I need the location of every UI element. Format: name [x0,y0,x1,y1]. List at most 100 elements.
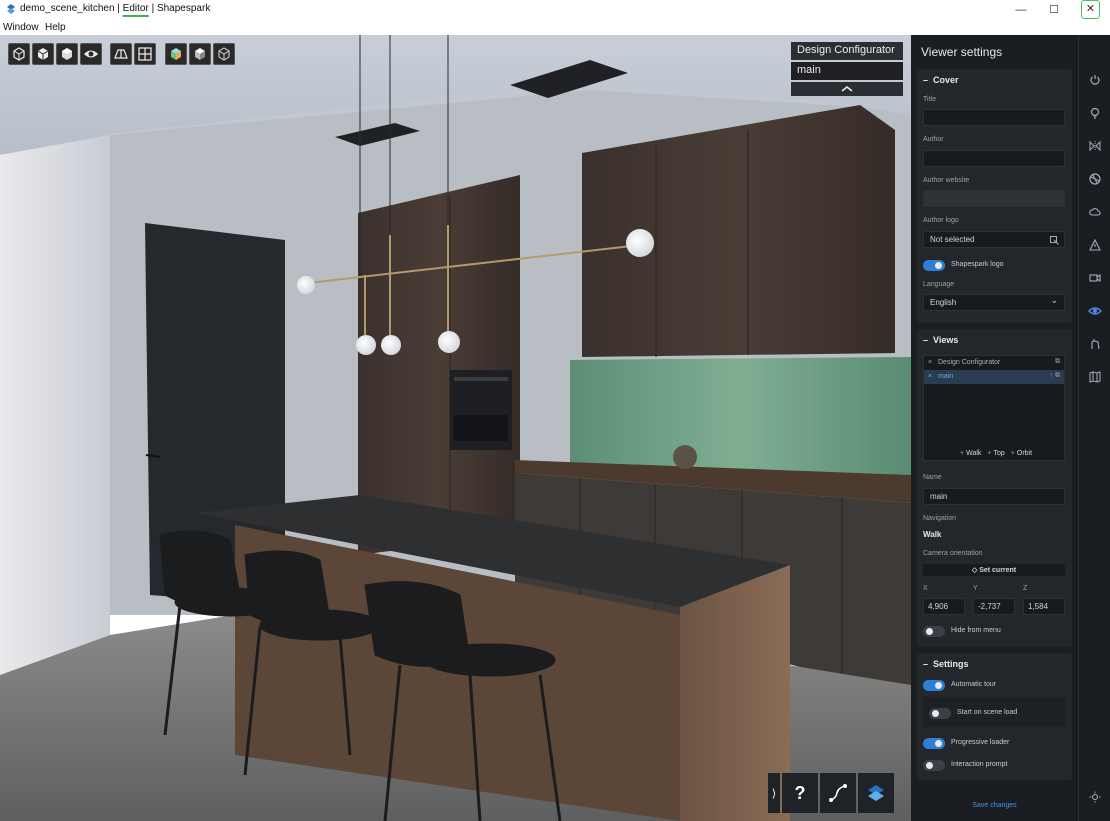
progressive-loader-toggle[interactable] [923,738,945,749]
shapespark-logo-label: Shapespark logo [951,261,1004,268]
shapespark-logo-icon [868,785,884,801]
minimize-button[interactable]: — [1013,2,1029,18]
cloud-icon[interactable] [1087,204,1103,220]
title-separator: | [148,3,157,14]
cube-top-icon[interactable] [56,43,78,65]
hand-interaction-icon[interactable] [1087,336,1103,352]
layout-grid-icon[interactable] [134,43,156,65]
view-name: Design Configurator [938,359,1001,366]
author-website-label: Author website [923,177,970,184]
title-label: Title [923,96,936,103]
collapse-icon: – [923,659,929,669]
remove-icon[interactable]: × [928,359,932,366]
shapespark-logo-icon [7,4,15,14]
title-scene: demo_scene_kitchen [20,3,115,14]
move-up-icon[interactable]: ↑ ⧉ [1050,372,1060,380]
views-list: × Design Configurator ⧉ × main ↑ ⧉ [923,355,1065,461]
copy-icon[interactable]: ⧉ [1055,358,1060,366]
eye-icon[interactable] [80,43,102,65]
add-walk-button[interactable]: + Walk [960,450,981,457]
camera-z-input[interactable]: 1,584 [1023,598,1065,615]
title-input[interactable] [923,109,1065,126]
cover-section-header[interactable]: – Cover [923,75,959,85]
view-design-configurator[interactable]: Design Configurator [791,42,903,60]
collapse-views-button[interactable] [791,82,903,96]
automatic-tour-label: Automatic tour [951,681,997,688]
set-current-label: Set current [979,567,1017,574]
views-list-item[interactable]: × Design Configurator ⧉ [924,356,1064,370]
title-bar: demo_scene_kitchen | Editor | Shapespark… [0,0,1110,20]
author-logo-value: Not selected [930,235,975,244]
author-input[interactable] [923,150,1065,167]
add-top-button[interactable]: + Top [987,450,1004,457]
material-toolbar [165,43,235,65]
view-mode-toolbar [8,43,102,65]
view-name: main [938,373,954,380]
material-ball-icon[interactable] [1087,171,1103,187]
author-logo-picker[interactable]: Not selected [923,231,1065,248]
cube-front-icon[interactable] [8,43,30,65]
map-icon[interactable] [1087,369,1103,385]
y-label: Y [973,585,978,592]
cover-title: Cover [933,75,959,85]
navigation-label: Navigation [923,515,957,522]
save-changes-button[interactable]: Save changes [911,802,1078,809]
help-button[interactable]: ? [782,773,818,813]
view-name-input[interactable]: main [923,488,1065,505]
set-current-button[interactable]: ◇ Set current [923,564,1065,576]
warning-icon[interactable] [1087,237,1103,253]
menu-help[interactable]: Help [45,22,66,33]
layout-split-icon[interactable] [110,43,132,65]
start-on-load-toggle[interactable] [929,708,951,719]
hide-from-menu-toggle[interactable] [923,626,945,637]
plus-icon: + [960,450,965,457]
views-menu: Design Configurator main [791,42,903,96]
camera-icon[interactable] [1087,270,1103,286]
shapespark-logo-toggle[interactable] [923,260,945,271]
shapespark-button[interactable] [858,773,894,813]
path-tour-button[interactable] [820,773,856,813]
path-icon [829,784,847,802]
author-website-input[interactable] [923,190,1065,207]
expand-button[interactable]: ⟩ [768,773,780,813]
interaction-prompt-toggle[interactable] [923,760,945,771]
views-section-header[interactable]: – Views [923,335,958,345]
menu-window[interactable]: Window [3,22,39,33]
lightbulb-icon[interactable] [1087,105,1103,121]
camera-x-input[interactable]: 4,906 [923,598,965,615]
maximize-button[interactable]: ☐ [1046,2,1062,18]
title-separator: | [114,3,123,14]
automatic-tour-toggle[interactable] [923,680,945,691]
views-list-item[interactable]: × main ↑ ⧉ [924,370,1064,384]
view-main[interactable]: main [791,62,903,80]
remove-icon[interactable]: × [928,373,932,380]
close-button[interactable]: ✕ [1081,0,1100,19]
views-section: – Views × Design Configurator ⧉ × main ↑… [917,329,1072,647]
camera-y-input[interactable]: -2,737 [973,598,1015,615]
language-select[interactable]: English ⌄ [923,294,1065,311]
scene-viewport[interactable]: Design Configurator main ⟩ ? [0,35,911,821]
material-wire-icon[interactable] [213,43,235,65]
settings-section-header[interactable]: – Settings [923,659,969,669]
cube-side-icon[interactable] [32,43,54,65]
eye-icon[interactable] [1087,303,1103,319]
title-editor[interactable]: Editor [123,3,149,14]
collapse-icon: – [923,75,929,85]
power-icon[interactable] [1087,72,1103,88]
language-value: English [930,298,957,307]
add-orbit-button[interactable]: + Orbit [1011,450,1032,457]
interaction-prompt-label: Interaction prompt [951,761,1008,768]
material-color-icon[interactable] [165,43,187,65]
plus-icon: + [1010,450,1015,457]
window-title: demo_scene_kitchen | Editor | Shapespark [20,3,210,14]
select-file-icon [1050,236,1059,245]
x-label: X [923,585,928,592]
progressive-loader-label: Progressive loader [951,739,1010,746]
panel-title: Viewer settings [921,45,1003,59]
add-orbit-label: Orbit [1016,450,1033,457]
material-shaded-icon[interactable] [189,43,211,65]
navigation-value: Walk [923,530,942,539]
author-logo-label: Author logo [923,217,959,224]
brightness-icon[interactable] [1087,789,1103,805]
mirror-icon[interactable] [1087,138,1103,154]
